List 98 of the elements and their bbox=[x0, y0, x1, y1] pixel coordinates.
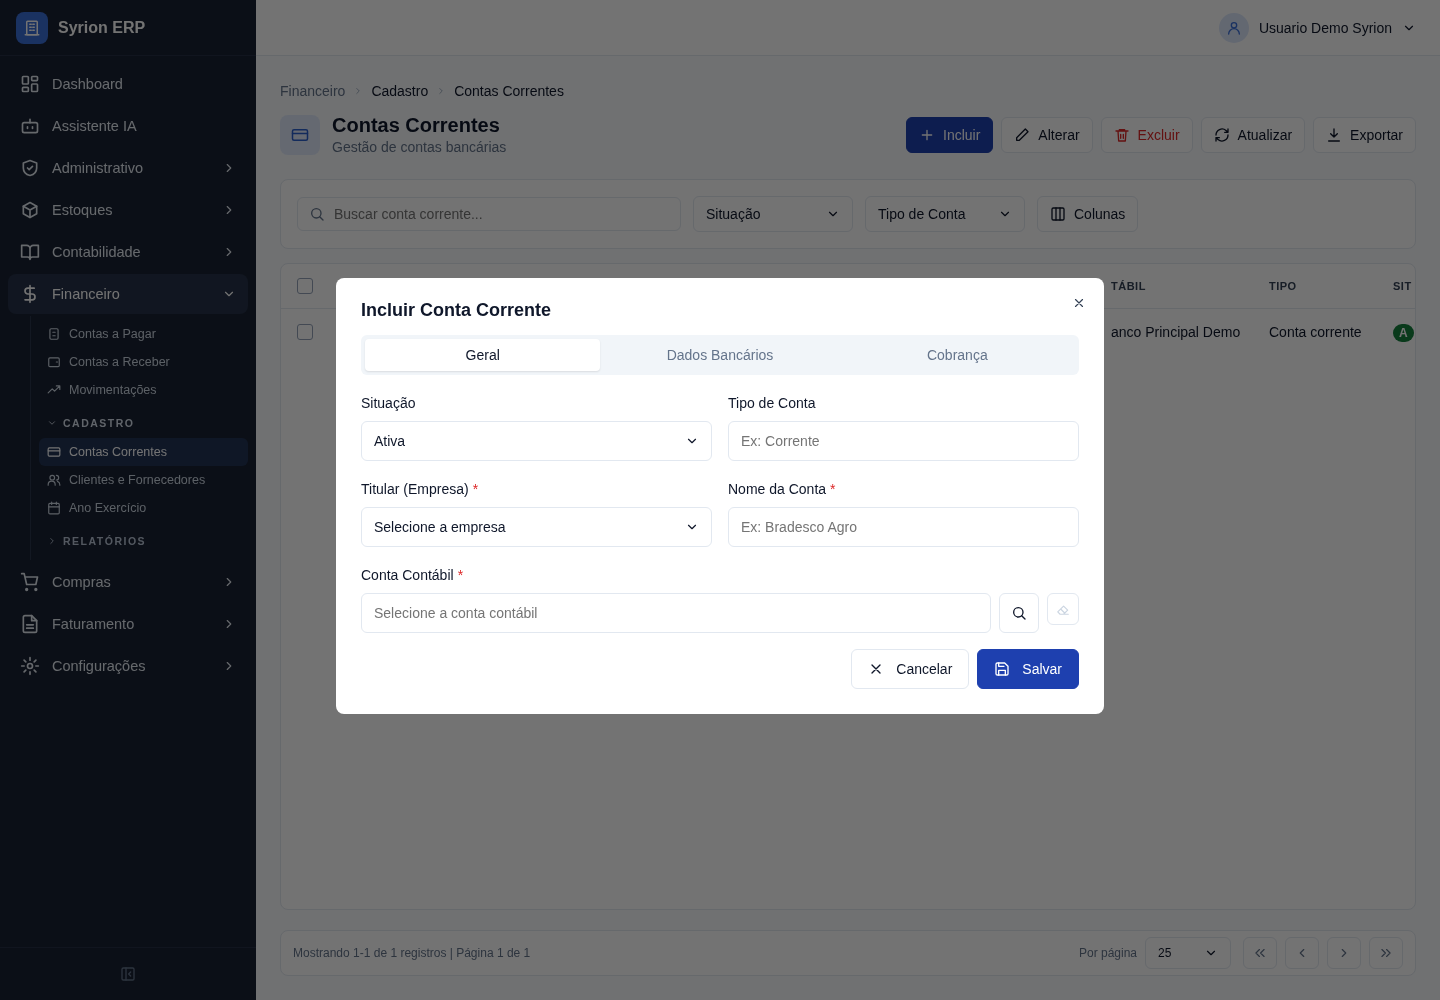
building-icon bbox=[23, 18, 41, 37]
toolbar-button[interactable]: Alterar bbox=[1001, 116, 1093, 153]
previous-page-button[interactable] bbox=[1285, 937, 1319, 969]
sidebar-item[interactable]: Compras bbox=[8, 562, 248, 602]
sidebar-item[interactable]: Contabilidade bbox=[8, 232, 248, 272]
search-button[interactable] bbox=[999, 593, 1039, 633]
filter-dropdown[interactable]: Tipo de Conta bbox=[865, 196, 1025, 232]
field-label: Nome da Conta bbox=[728, 481, 827, 497]
table-cell-text: anco Principal Demo bbox=[1111, 324, 1242, 340]
table-cell-text: Conta corrente bbox=[1269, 324, 1363, 340]
sidebar-item[interactable]: Assistente IA bbox=[8, 106, 248, 146]
required-mark: * bbox=[457, 567, 464, 583]
section-header[interactable]: RELATÓRIOS bbox=[39, 522, 248, 556]
input-field[interactable]: Selecione a conta contábil bbox=[361, 593, 991, 633]
breadcrumb-link[interactable]: Cadastro bbox=[371, 83, 429, 99]
sidebar-item[interactable]: Configurações bbox=[8, 646, 248, 686]
pencil-icon bbox=[1014, 126, 1031, 143]
columns-icon bbox=[1050, 206, 1066, 222]
shield-icon bbox=[20, 158, 40, 178]
field-label: Situação bbox=[361, 395, 416, 411]
per-page-select[interactable]: 25 bbox=[1145, 937, 1231, 969]
dialog-button[interactable]: Salvar bbox=[977, 649, 1079, 689]
toolbar-button[interactable]: Exportar bbox=[1313, 116, 1416, 153]
save-icon bbox=[994, 661, 1011, 677]
robot-icon bbox=[20, 116, 40, 136]
double-chevron-left-icon bbox=[1253, 946, 1267, 960]
first-page-button[interactable] bbox=[1243, 937, 1277, 969]
sidebar-subitem[interactable]: Movimentações bbox=[39, 376, 248, 404]
field-label: Tipo de Conta bbox=[728, 395, 816, 411]
field-label: Titular (Empresa) bbox=[361, 481, 469, 497]
toolbar-button[interactable]: Atualizar bbox=[1200, 116, 1306, 153]
close-icon bbox=[1072, 296, 1086, 310]
page-subtitle: Gestão de contas bancárias bbox=[332, 139, 507, 155]
breadcrumb-link[interactable]: Contas Correntes bbox=[454, 83, 564, 99]
sidebar-subitem[interactable]: Clientes e Fornecedores bbox=[39, 466, 248, 494]
section-header[interactable]: CADASTRO bbox=[39, 404, 248, 438]
required-mark: * bbox=[472, 481, 479, 497]
filter-dropdown[interactable]: Situação bbox=[693, 196, 853, 232]
collapse-sidebar-button[interactable] bbox=[120, 966, 136, 982]
next-page-button[interactable] bbox=[1327, 937, 1361, 969]
download-icon bbox=[1326, 126, 1343, 143]
sidebar-item[interactable]: Estoques bbox=[8, 190, 248, 230]
tab[interactable]: Dados Bancários bbox=[602, 339, 838, 371]
field-label: Conta Contábil bbox=[361, 567, 454, 583]
sidebar-item[interactable]: Financeiro bbox=[8, 274, 248, 314]
sidebar-item[interactable]: Faturamento bbox=[8, 604, 248, 644]
double-chevron-right-icon bbox=[1379, 946, 1393, 960]
card-icon bbox=[47, 445, 61, 459]
chevron-down-icon bbox=[47, 418, 57, 428]
required-mark: * bbox=[830, 481, 836, 497]
status-badge: A bbox=[1393, 324, 1414, 342]
record-summary: Mostrando 1-1 de 1 registros | Página 1 de 1 bbox=[293, 946, 531, 960]
dialog-button[interactable]: Cancelar bbox=[851, 649, 970, 689]
close-button[interactable] bbox=[1072, 296, 1086, 310]
input-field[interactable]: Ex: Corrente bbox=[728, 421, 1079, 461]
columns-button[interactable]: Colunas bbox=[1037, 196, 1139, 232]
sidebar-subitem[interactable]: Contas a Receber bbox=[39, 348, 248, 376]
eraser-icon bbox=[1056, 602, 1070, 616]
last-page-button[interactable] bbox=[1369, 937, 1403, 969]
user-menu[interactable]: Usuario Demo Syrion bbox=[1218, 12, 1416, 43]
row-checkbox[interactable] bbox=[297, 324, 313, 340]
sidebar-item[interactable]: Dashboard bbox=[8, 64, 248, 104]
calendar-icon bbox=[47, 501, 61, 515]
sidebar-subitem[interactable]: Ano Exercício bbox=[39, 494, 248, 522]
cart-icon bbox=[20, 572, 40, 592]
column-header: TÁBIL bbox=[1111, 280, 1147, 292]
sidebar-subitem[interactable]: Contas a Pagar bbox=[39, 320, 248, 348]
breadcrumb-link[interactable]: Financeiro bbox=[280, 83, 346, 99]
file-icon bbox=[47, 327, 61, 341]
refresh-icon bbox=[1213, 126, 1230, 143]
select-field[interactable]: Ativa bbox=[361, 421, 712, 461]
app-name: Syrion ERP bbox=[58, 18, 146, 37]
tab[interactable]: Geral bbox=[365, 339, 601, 371]
book-icon bbox=[20, 242, 40, 262]
sidebar-toggle-icon bbox=[120, 966, 136, 982]
select-field[interactable]: Selecione a empresa bbox=[361, 507, 712, 547]
toolbar-button[interactable]: Incluir bbox=[906, 116, 994, 153]
chevron-right-icon bbox=[47, 536, 57, 546]
search-icon bbox=[1011, 605, 1027, 621]
input-field[interactable]: Ex: Bradesco Agro bbox=[728, 507, 1079, 547]
page-title: Contas Correntes bbox=[332, 114, 501, 137]
dialog-title: Incluir Conta Corrente bbox=[361, 300, 553, 321]
users-icon bbox=[47, 473, 61, 487]
column-header: SIT bbox=[1393, 280, 1413, 292]
dashboard-icon bbox=[20, 74, 40, 94]
search-field[interactable]: Buscar conta corrente... bbox=[297, 197, 681, 231]
column-header: TIPO bbox=[1269, 280, 1298, 292]
toolbar-button[interactable]: Excluir bbox=[1100, 116, 1193, 153]
sidebar-subitem[interactable]: Contas Correntes bbox=[39, 438, 248, 466]
per-page-label: Por página bbox=[1078, 946, 1137, 960]
box-icon bbox=[20, 200, 40, 220]
sidebar-item[interactable]: Administrativo bbox=[8, 148, 248, 188]
select-all-checkbox[interactable] bbox=[297, 278, 313, 294]
tab[interactable]: Cobrança bbox=[839, 339, 1075, 371]
wallet-icon bbox=[47, 355, 61, 369]
trash-icon bbox=[1113, 126, 1130, 143]
document-icon bbox=[20, 614, 40, 634]
user-icon bbox=[1225, 19, 1242, 36]
